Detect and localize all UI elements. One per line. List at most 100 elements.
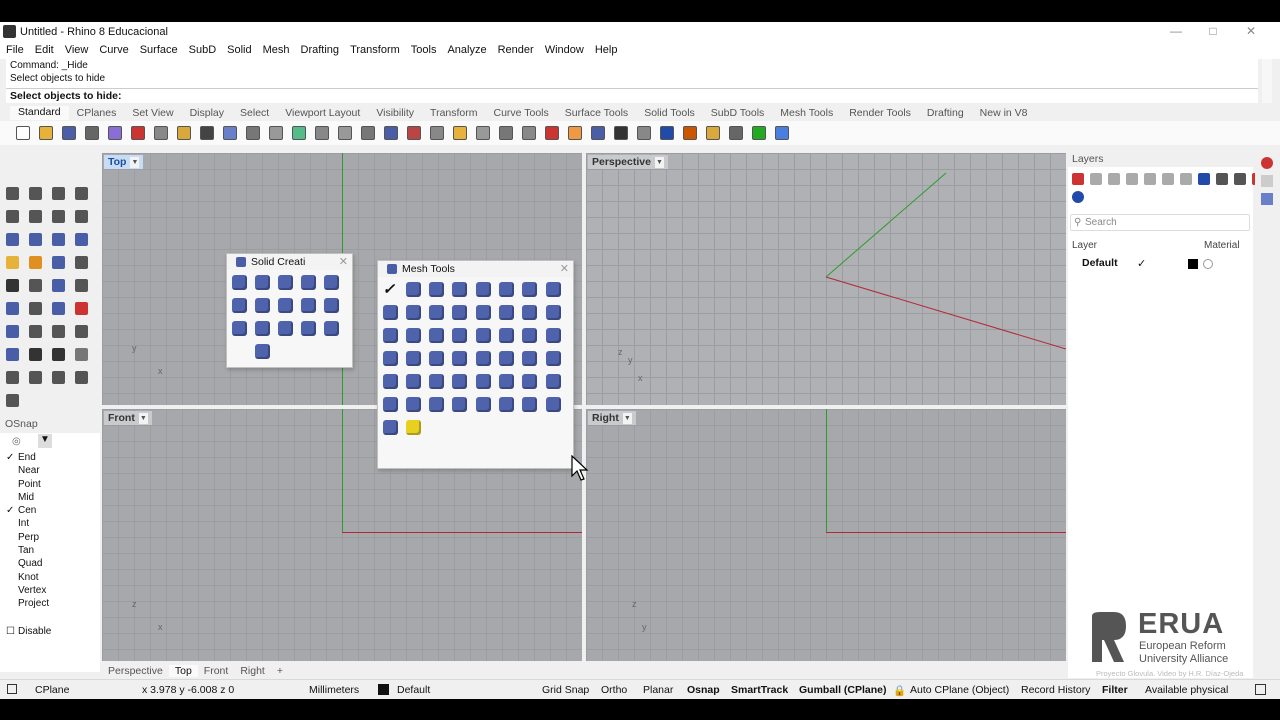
torus-icon[interactable] <box>322 273 340 291</box>
command-prompt[interactable]: Select objects to hide: <box>6 88 1258 103</box>
menu-render[interactable]: Render <box>492 44 539 56</box>
mesh-tool-icon-9[interactable] <box>381 303 399 321</box>
tool-icon-3[interactable] <box>50 185 67 202</box>
pan-icon[interactable] <box>218 123 241 143</box>
status-units[interactable]: Millimeters <box>309 684 359 696</box>
osnap-item[interactable]: Tan <box>0 544 100 557</box>
points-icon[interactable] <box>471 123 494 143</box>
menu-analyze[interactable]: Analyze <box>441 44 491 56</box>
ellipsoid-icon[interactable] <box>299 273 317 291</box>
viewport-right-label[interactable]: Right ▼ <box>588 411 636 425</box>
properties-icon[interactable] <box>1261 193 1273 205</box>
tool-icon-12[interactable] <box>73 231 90 248</box>
vp-tab-add[interactable]: + <box>271 665 289 677</box>
osnap-item[interactable]: Int <box>0 517 100 530</box>
layer-tool-icon-3[interactable] <box>1108 173 1120 185</box>
tab-visibility[interactable]: Visibility <box>368 107 422 119</box>
sphere-render-icon[interactable] <box>632 123 655 143</box>
truncated-cone-icon[interactable] <box>276 296 294 314</box>
tool-icon-22[interactable] <box>27 300 44 317</box>
wand-icon[interactable] <box>655 123 678 143</box>
vp-tab-front[interactable]: Front <box>198 665 235 677</box>
layer-tool-icon-9[interactable] <box>1216 173 1228 185</box>
command-scrollbar[interactable] <box>1262 59 1272 103</box>
tab-render-tools[interactable]: Render Tools <box>841 107 919 119</box>
current-layer-check[interactable]: ✓ <box>1137 257 1146 270</box>
menu-solid[interactable]: Solid <box>221 44 256 56</box>
tool-icon-21[interactable] <box>4 300 21 317</box>
bend-pipe-icon[interactable] <box>299 319 317 337</box>
tool-icon-8[interactable] <box>73 208 90 225</box>
mesh-tool-icon-7[interactable] <box>521 280 539 298</box>
lock-icon[interactable] <box>517 123 540 143</box>
viewport-menu-icon[interactable]: ▼ <box>622 412 632 424</box>
mesh-tool-icon-28[interactable] <box>451 349 469 367</box>
mesh-tool-icon-35[interactable] <box>428 372 446 390</box>
text-solid-icon[interactable] <box>253 342 271 360</box>
mesh-tool-icon-32[interactable] <box>544 349 562 367</box>
lock-icon[interactable]: 🔒 <box>893 684 906 697</box>
osnap-item[interactable]: Mid <box>0 491 100 504</box>
grid-icon[interactable] <box>379 123 402 143</box>
pipe-icon[interactable] <box>276 319 294 337</box>
mesh-tool-icon-6[interactable] <box>498 280 516 298</box>
osnap-disable[interactable]: ☐ Disable <box>0 625 100 638</box>
osnap-checkbox[interactable]: ✓ <box>6 504 14 517</box>
print-icon[interactable] <box>80 123 103 143</box>
viewport-menu-icon[interactable]: ▼ <box>130 156 140 168</box>
render-icon[interactable] <box>609 123 632 143</box>
mesh-tool-icon-31[interactable] <box>521 349 539 367</box>
mesh-tools-header[interactable]: Mesh Tools ✕ <box>378 261 573 277</box>
tab-standard[interactable]: Standard <box>10 106 69 120</box>
tetrahedron-icon[interactable] <box>322 296 340 314</box>
menu-drafting[interactable]: Drafting <box>295 44 345 56</box>
menu-file[interactable]: File <box>0 44 29 56</box>
tool-icon-37[interactable] <box>4 392 21 409</box>
status-grid-snap[interactable]: Grid Snap <box>542 684 589 696</box>
tool-icon-7[interactable] <box>50 208 67 225</box>
pyramid-icon[interactable] <box>299 296 317 314</box>
mesh-tool-icon-19[interactable] <box>428 326 446 344</box>
status-record-history[interactable]: Record History <box>1021 684 1090 696</box>
tool-icon-1[interactable] <box>4 185 21 202</box>
menu-subd[interactable]: SubD <box>183 44 222 56</box>
car-icon[interactable] <box>402 123 425 143</box>
osnap-item[interactable]: Perp <box>0 531 100 544</box>
tool-icon-19[interactable] <box>50 277 67 294</box>
rotate-view-icon[interactable] <box>241 123 264 143</box>
osnap-item[interactable]: ✓ End <box>0 451 100 464</box>
viewport-menu-icon[interactable]: ▼ <box>654 156 664 168</box>
tool-icon-32[interactable] <box>73 346 90 363</box>
tool-icon-30[interactable] <box>27 346 44 363</box>
layers-search-input[interactable]: ⚲ Search <box>1070 214 1250 231</box>
mesh-tool-icon-12[interactable] <box>451 303 469 321</box>
mesh-tool-icon-50[interactable] <box>404 418 422 436</box>
status-ortho[interactable]: Ortho <box>601 684 627 696</box>
mesh-tool-icon-45[interactable] <box>474 395 492 413</box>
mesh-tool-icon-15[interactable] <box>521 303 539 321</box>
layer-color-swatch[interactable] <box>1188 259 1198 269</box>
color-icon[interactable] <box>563 123 586 143</box>
tab-select[interactable]: Select <box>232 107 277 119</box>
mesh-tool-icon-16[interactable] <box>544 303 562 321</box>
mesh-tool-icon-47[interactable] <box>521 395 539 413</box>
layer-tool-icon-5[interactable] <box>1144 173 1156 185</box>
menu-curve[interactable]: Curve <box>93 44 133 56</box>
zoom-selected-icon[interactable] <box>333 123 356 143</box>
status-smarttrack[interactable]: SmartTrack <box>731 684 788 696</box>
cone-icon[interactable] <box>253 296 271 314</box>
status-gumball[interactable]: Gumball (CPlane) <box>799 684 887 696</box>
mesh-tool-icon-5[interactable] <box>474 280 492 298</box>
display-icon[interactable] <box>1261 175 1273 187</box>
mesh-tool-icon-48[interactable] <box>544 395 562 413</box>
circle-icon[interactable] <box>448 123 471 143</box>
tab-new-in-v8[interactable]: New in V8 <box>972 107 1036 119</box>
mesh-tool-icon-36[interactable] <box>451 372 469 390</box>
menu-transform[interactable]: Transform <box>344 44 405 56</box>
tool-icon-29[interactable] <box>4 346 21 363</box>
close-icon[interactable]: ✕ <box>560 261 569 277</box>
tool-icon-25[interactable] <box>4 323 21 340</box>
tool-icon-13[interactable] <box>4 254 21 271</box>
osnap-item[interactable]: Point <box>0 478 100 491</box>
viewport-front-label[interactable]: Front ▼ <box>104 411 152 425</box>
